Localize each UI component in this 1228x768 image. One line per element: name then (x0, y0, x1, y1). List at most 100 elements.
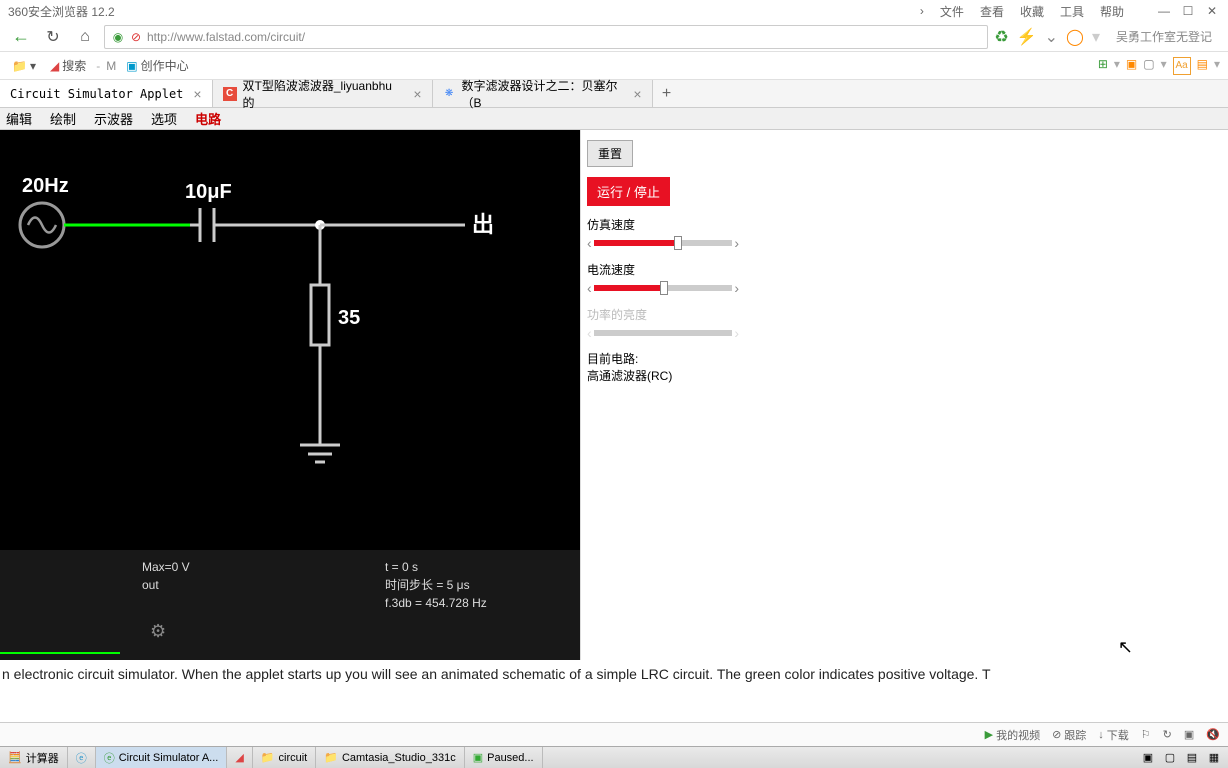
titlebar: 360安全浏览器 12.2 › 文件 查看 收藏 工具 帮助 — ☐ ✕ (0, 0, 1228, 22)
search-button[interactable]: ◢搜索 (46, 55, 90, 76)
reload-button[interactable]: ↻ (40, 24, 66, 50)
task-browser[interactable]: ⓔCircuit Simulator A... (96, 747, 228, 768)
ie-icon: ⓔ (76, 750, 87, 766)
progress-indicator (0, 652, 120, 654)
app-title: 360安全浏览器 12.2 (8, 3, 115, 20)
back-button[interactable]: ← (8, 24, 34, 50)
close-icon[interactable]: ✕ (1204, 3, 1220, 19)
status-download[interactable]: ↓下载 (1098, 727, 1129, 743)
m-label[interactable]: M (106, 59, 116, 73)
reset-button[interactable]: 重置 (587, 140, 633, 167)
address-bar[interactable]: ◉ ⊘ http://www.falstad.com/circuit/ (104, 25, 988, 49)
aa-icon[interactable]: Aa (1173, 57, 1191, 75)
menu-draw[interactable]: 绘制 (50, 109, 76, 128)
minimize-icon[interactable]: — (1156, 3, 1172, 19)
slider-right-icon[interactable]: › (734, 280, 739, 296)
current-circuit-label: 目前电路: (587, 351, 739, 368)
power-brightness-label: 功率的亮度 (587, 306, 739, 323)
info-time: t = 0 s (385, 558, 568, 576)
tab-close-icon[interactable]: × (633, 86, 641, 102)
task-sep1[interactable]: ⓔ (68, 747, 96, 768)
status-flag[interactable]: ⚐ (1141, 728, 1151, 741)
tab-close-icon[interactable]: × (193, 86, 201, 102)
tab-label: 双T型陷波滤波器_liyuanbhu的 (243, 77, 404, 111)
output-label: 出 (472, 212, 494, 237)
maximize-icon[interactable]: ☐ (1180, 3, 1196, 19)
task-calc[interactable]: 🧮计算器 (0, 747, 68, 768)
menu-options[interactable]: 选项 (151, 109, 177, 128)
status-mute[interactable]: 🔇 (1206, 728, 1220, 741)
cap-value-label: 10μF (185, 181, 232, 203)
status-video[interactable]: ▶我的视频 (985, 727, 1040, 743)
tray-icon-1[interactable]: ▣ (1140, 750, 1156, 766)
tab-bessel[interactable]: ❋ 数字滤波器设计之二：贝塞尔（B × (433, 80, 653, 107)
circuit-svg: 20Hz 10μF 出 35 (0, 130, 580, 550)
shield-icon[interactable]: ▤ (1197, 57, 1208, 75)
tv-icon: ▣ (126, 59, 137, 73)
sep-dash: - (96, 59, 100, 73)
menu-tools[interactable]: 工具 (1060, 3, 1084, 20)
sim-speed-label: 仿真速度 (587, 216, 739, 233)
ext1-icon[interactable]: ▣ (1126, 57, 1137, 75)
slider-left-icon[interactable]: ‹ (587, 280, 592, 296)
tab-label: Circuit Simulator Applet (10, 87, 183, 101)
login-label[interactable]: 吴勇工作室无登记 (1108, 28, 1220, 45)
menu-edit[interactable]: 编辑 (6, 109, 32, 128)
browser-statusbar: ▶我的视频 ⊘跟踪 ↓下载 ⚐ ↻ ▣ 🔇 (0, 722, 1228, 746)
calc-icon: 🧮 (8, 751, 22, 764)
ext2-icon[interactable]: ▢ (1143, 57, 1154, 75)
globe-icon: ⓔ (104, 750, 115, 766)
tray-icon-3[interactable]: ▤ (1184, 750, 1200, 766)
current-circuit-value: 高通滤波器(RC) (587, 368, 739, 385)
menu-help[interactable]: 帮助 (1100, 3, 1124, 20)
bolt-icon[interactable]: ⚡ (1017, 27, 1037, 47)
circuit-info-panel: Max=0 V out t = 0 s 时间步长 = 5 μs f.3db = … (0, 550, 580, 660)
status-expand[interactable]: ▣ (1184, 728, 1194, 741)
info-step: 时间步长 = 5 μs (385, 576, 568, 594)
sim-speed-slider[interactable]: 仿真速度 ‹ › (587, 216, 739, 251)
slider-right-icon[interactable]: › (734, 235, 739, 251)
download-icon: ↓ (1098, 729, 1104, 741)
dropdown-icon[interactable]: ⌄ (1045, 27, 1058, 47)
task-circuit-folder[interactable]: 📁circuit (253, 747, 316, 768)
workspace: 20Hz 10μF 出 35 (0, 130, 1228, 660)
tray-icon-4[interactable]: ▦ (1206, 750, 1222, 766)
menu-view[interactable]: 查看 (980, 3, 1004, 20)
folder-button[interactable]: 📁▾ (8, 57, 40, 75)
flash-icon[interactable]: ♻ (994, 27, 1008, 47)
status-tracker[interactable]: ⊘跟踪 (1052, 727, 1086, 743)
chevron-right-icon[interactable]: › (920, 4, 924, 18)
current-circuit-info: 目前电路: 高通滤波器(RC) (587, 351, 739, 385)
tray-icon-2[interactable]: ▢ (1162, 750, 1178, 766)
menu-file[interactable]: 文件 (940, 3, 964, 20)
task-paused[interactable]: ▣Paused... (465, 747, 543, 768)
menu-circuits[interactable]: 电路 (195, 109, 221, 128)
tab-circuit-sim[interactable]: Circuit Simulator Applet × (0, 80, 213, 107)
slider-left-icon[interactable]: ‹ (587, 235, 592, 251)
tab-twin-t[interactable]: C 双T型陷波滤波器_liyuanbhu的 × (213, 80, 433, 107)
new-tab-button[interactable]: + (653, 80, 681, 107)
current-speed-slider[interactable]: 电流速度 ‹ › (587, 261, 739, 296)
circuit-canvas[interactable]: 20Hz 10μF 出 35 (0, 130, 580, 660)
task-camtasia[interactable]: 📁Camtasia_Studio_331c (316, 747, 464, 768)
status-refresh[interactable]: ↻ (1163, 728, 1172, 741)
gear-icon[interactable]: ⚙ (150, 621, 166, 642)
slider-right-icon: › (734, 325, 739, 341)
description-text: n electronic circuit simulator. When the… (0, 660, 1228, 688)
info-f3db: f.3db = 454.728 Hz (385, 594, 568, 612)
grid-icon[interactable]: ⊞ (1098, 57, 1108, 75)
paw-icon: ❋ (443, 87, 456, 101)
url-text: http://www.falstad.com/circuit/ (147, 30, 305, 44)
navbar: ← ↻ ⌂ ◉ ⊘ http://www.falstad.com/circuit… (0, 22, 1228, 52)
menu-fav[interactable]: 收藏 (1020, 3, 1044, 20)
circle-icon[interactable]: ◯ (1066, 27, 1084, 47)
sep: ▾ (1092, 27, 1100, 47)
create-center[interactable]: ▣创作中心 (122, 55, 192, 76)
folder-icon: 📁 (324, 751, 338, 764)
runstop-button[interactable]: 运行 / 停止 (587, 177, 670, 206)
task-sep2[interactable]: ◢ (227, 747, 252, 768)
home-button[interactable]: ⌂ (72, 24, 98, 50)
folder-icon: 📁 (261, 751, 275, 764)
tab-close-icon[interactable]: × (413, 86, 421, 102)
menu-scope[interactable]: 示波器 (94, 109, 133, 128)
